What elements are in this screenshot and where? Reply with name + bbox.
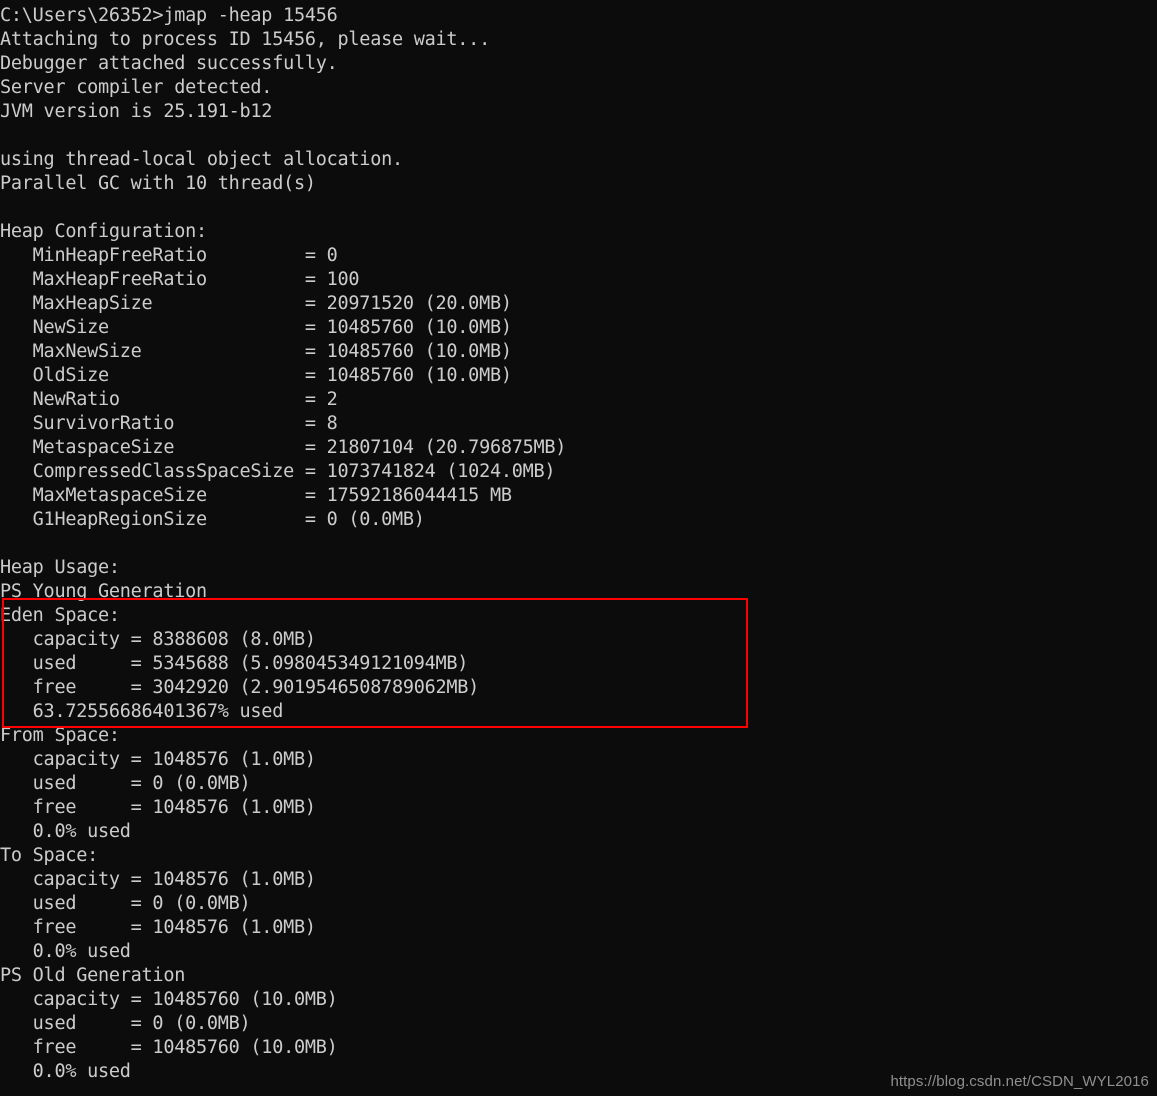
ps-old-generation-label: PS Old Generation (0, 965, 186, 986)
to-space-free: free = 1048576 (1.0MB) (0, 917, 316, 938)
from-space-capacity: capacity = 1048576 (1.0MB) (0, 749, 316, 770)
attaching-message-line: Attaching to process ID 15456, please wa… (0, 29, 490, 50)
debugger-attached-line: Debugger attached successfully. (0, 53, 338, 74)
thread-local-allocation-line: using thread-local object allocation. (0, 149, 403, 170)
config-max-metaspace-size: MaxMetaspaceSize = 17592186044415 MB (0, 485, 512, 506)
config-metaspace-size: MetaspaceSize = 21807104 (20.796875MB) (0, 437, 567, 458)
command-prompt-line: C:\Users\26352>jmap -heap 15456 (0, 5, 338, 26)
server-compiler-line: Server compiler detected. (0, 77, 273, 98)
old-generation-free: free = 10485760 (10.0MB) (0, 1037, 338, 1058)
config-old-size: OldSize = 10485760 (10.0MB) (0, 365, 512, 386)
old-generation-used: used = 0 (0.0MB) (0, 1013, 251, 1034)
to-space-percent-used: 0.0% used (0, 941, 131, 962)
heap-usage-title: Heap Usage: (0, 557, 120, 578)
from-space-free: free = 1048576 (1.0MB) (0, 797, 316, 818)
config-max-heap-free-ratio: MaxHeapFreeRatio = 100 (0, 269, 360, 290)
parallel-gc-line: Parallel GC with 10 thread(s) (0, 173, 316, 194)
to-space-label: To Space: (0, 845, 98, 866)
eden-space-capacity: capacity = 8388608 (8.0MB) (0, 629, 316, 650)
to-space-used: used = 0 (0.0MB) (0, 893, 251, 914)
old-generation-capacity: capacity = 10485760 (10.0MB) (0, 989, 338, 1010)
to-space-capacity: capacity = 1048576 (1.0MB) (0, 869, 316, 890)
eden-space-percent-used: 63.72556686401367% used (0, 701, 284, 722)
terminal-window[interactable]: C:\Users\26352>jmap -heap 15456 Attaching… (0, 0, 1157, 1096)
console-output: C:\Users\26352>jmap -heap 15456 Attaching… (0, 4, 1157, 1084)
config-compressed-class-space-size: CompressedClassSpaceSize = 1073741824 (1… (0, 461, 556, 482)
blank-line-3 (0, 532, 1157, 556)
config-survivor-ratio: SurvivorRatio = 8 (0, 413, 338, 434)
config-min-heap-free-ratio: MinHeapFreeRatio = 0 (0, 245, 338, 266)
config-max-heap-size: MaxHeapSize = 20971520 (20.0MB) (0, 293, 512, 314)
from-space-used: used = 0 (0.0MB) (0, 773, 251, 794)
config-new-ratio: NewRatio = 2 (0, 389, 338, 410)
ps-young-generation-label: PS Young Generation (0, 581, 207, 602)
heap-configuration-title: Heap Configuration: (0, 221, 207, 242)
eden-space-used: used = 5345688 (5.098045349121094MB) (0, 653, 469, 674)
watermark-url: https://blog.csdn.net/CSDN_WYL2016 (890, 1073, 1149, 1090)
blank-line-2 (0, 196, 1157, 220)
jvm-version-line: JVM version is 25.191-b12 (0, 101, 273, 122)
from-space-label: From Space: (0, 725, 120, 746)
config-g1-heap-region-size: G1HeapRegionSize = 0 (0.0MB) (0, 509, 425, 530)
eden-space-free: free = 3042920 (2.9019546508789062MB) (0, 677, 480, 698)
blank-line-1 (0, 124, 1157, 148)
config-max-new-size: MaxNewSize = 10485760 (10.0MB) (0, 341, 512, 362)
eden-space-label: Eden Space: (0, 605, 120, 626)
config-new-size: NewSize = 10485760 (10.0MB) (0, 317, 512, 338)
from-space-percent-used: 0.0% used (0, 821, 131, 842)
